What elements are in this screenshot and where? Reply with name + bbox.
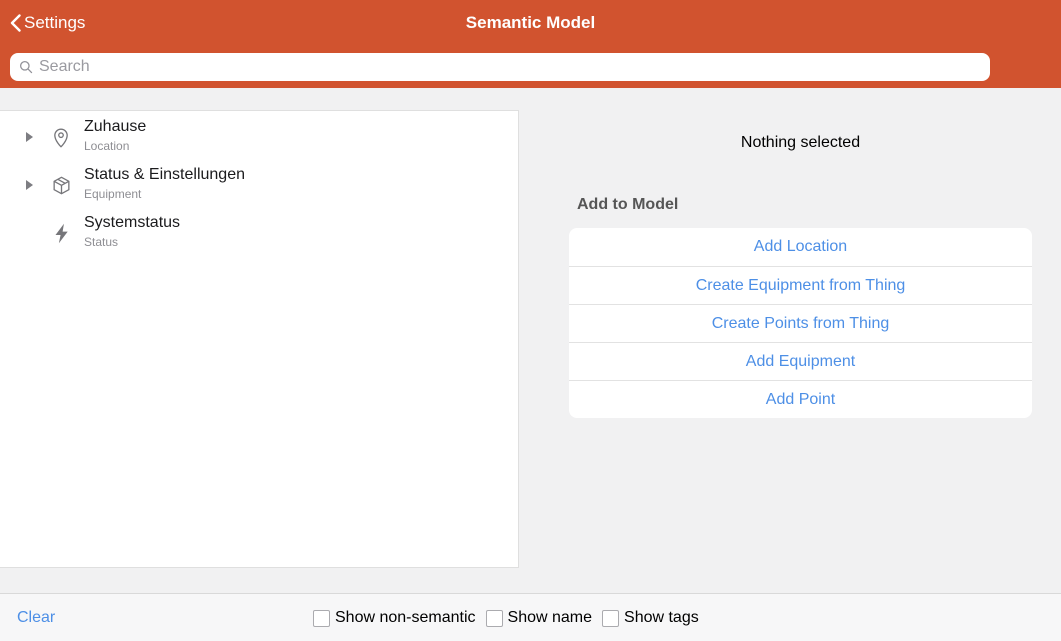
footer-toolbar: Clear Show non-semantic Show name Show t… xyxy=(0,593,1061,641)
tree-item-status-einstellungen[interactable]: Status & Einstellungen Equipment xyxy=(0,161,518,209)
app-header: Settings Semantic Model xyxy=(0,0,1061,88)
search-bar[interactable] xyxy=(10,53,990,81)
add-equipment-button[interactable]: Add Equipment xyxy=(569,342,1032,380)
nothing-selected-message: Nothing selected xyxy=(569,134,1032,152)
semantic-model-tree: Zuhause Location Status & Einstellungen … xyxy=(0,110,519,568)
tree-item-zuhause[interactable]: Zuhause Location xyxy=(0,113,518,161)
search-input[interactable] xyxy=(39,55,990,79)
tree-item-title: Zuhause xyxy=(84,117,146,137)
add-point-button[interactable]: Add Point xyxy=(569,380,1032,418)
tree-item-subtitle: Status xyxy=(84,235,180,250)
add-to-model-action-list: Add Location Create Equipment from Thing… xyxy=(569,228,1032,418)
clear-button[interactable]: Clear xyxy=(17,594,55,641)
nav-bar: Settings Semantic Model xyxy=(0,0,1061,46)
show-name-checkbox[interactable] xyxy=(486,610,503,627)
tree-item-texts: Zuhause Location xyxy=(84,117,146,154)
equipment-box-icon xyxy=(46,175,76,196)
chevron-left-icon xyxy=(10,14,21,32)
search-icon xyxy=(19,60,33,74)
page-title: Semantic Model xyxy=(0,0,1061,46)
add-to-model-heading: Add to Model xyxy=(577,196,1032,214)
lightning-bolt-icon xyxy=(46,223,76,244)
location-pin-icon xyxy=(46,126,76,149)
tree-item-texts: Status & Einstellungen Equipment xyxy=(84,165,245,202)
show-tags-checkbox[interactable] xyxy=(602,610,619,627)
display-options: Show non-semantic Show name Show tags xyxy=(313,594,699,641)
tree-item-subtitle: Location xyxy=(84,139,146,154)
disclosure-arrow[interactable] xyxy=(12,180,46,190)
show-name-label[interactable]: Show name xyxy=(508,609,593,627)
show-tags-label[interactable]: Show tags xyxy=(624,609,699,627)
details-panel: Nothing selected Add to Model Add Locati… xyxy=(569,110,1032,418)
show-non-semantic-option[interactable]: Show non-semantic xyxy=(313,609,476,627)
tree-item-systemstatus[interactable]: Systemstatus Status xyxy=(0,209,518,257)
back-button[interactable]: Settings xyxy=(10,13,85,33)
show-name-option[interactable]: Show name xyxy=(486,609,593,627)
disclosure-arrow[interactable] xyxy=(12,132,46,142)
tree-item-title: Systemstatus xyxy=(84,213,180,233)
show-tags-option[interactable]: Show tags xyxy=(602,609,699,627)
tree-item-title: Status & Einstellungen xyxy=(84,165,245,185)
add-location-button[interactable]: Add Location xyxy=(569,228,1032,266)
show-non-semantic-checkbox[interactable] xyxy=(313,610,330,627)
create-equipment-from-thing-button[interactable]: Create Equipment from Thing xyxy=(569,266,1032,304)
back-button-label: Settings xyxy=(24,13,85,33)
show-non-semantic-label[interactable]: Show non-semantic xyxy=(335,609,476,627)
create-points-from-thing-button[interactable]: Create Points from Thing xyxy=(569,304,1032,342)
tree-item-texts: Systemstatus Status xyxy=(84,213,180,250)
tree-item-subtitle: Equipment xyxy=(84,187,245,202)
